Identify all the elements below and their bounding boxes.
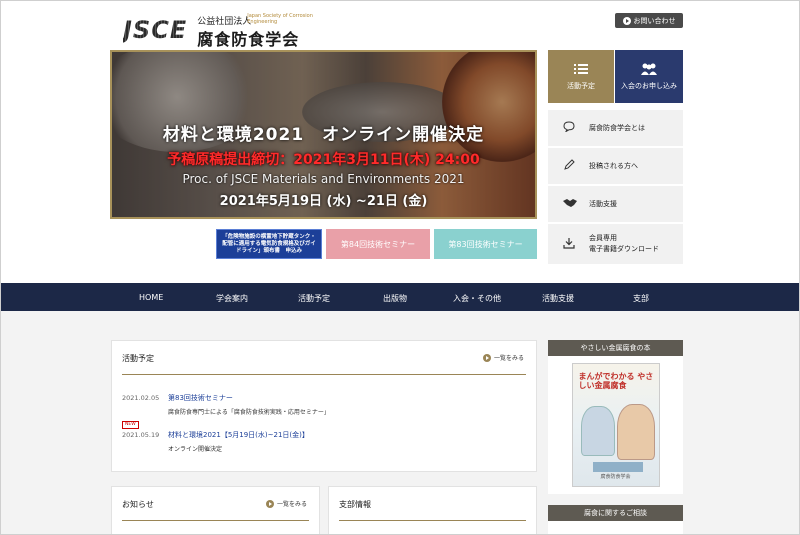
nav-branches[interactable]: 支部	[633, 293, 649, 304]
hero-headline: 材料と環境2021 オンライン開催決定	[162, 125, 485, 145]
event-subtitle: オンライン開催決定	[168, 446, 223, 453]
site-logo[interactable]: JSCE 公益社団法人 Japan Society of Corrosion E…	[123, 13, 317, 49]
banner-seminar-83[interactable]: 第83回技術セミナー	[434, 229, 537, 259]
event-date: 2021.02.05	[122, 394, 160, 402]
download-icon	[562, 237, 576, 252]
banner-seminar-84[interactable]: 第84回技術セミナー	[326, 229, 430, 259]
news-card: お知らせ 一覧をみる	[111, 486, 320, 534]
menu-item-support[interactable]: 活動支援	[548, 186, 683, 222]
hero-deadline: 予稿原稿提出締切：2021年3月11日(木) 24:00	[167, 152, 480, 168]
manga-figure	[580, 406, 615, 456]
book-cover-footer: 腐食防食学会	[600, 474, 631, 480]
schedule-button[interactable]: 活動予定	[548, 50, 614, 103]
divider	[339, 520, 526, 521]
schedule-label: 活動予定	[567, 81, 595, 90]
new-badge: NEW	[122, 421, 139, 429]
arrow-circle-icon	[482, 353, 491, 362]
nav-support[interactable]: 活動支援	[542, 293, 574, 304]
branch-card: 支部情報	[328, 486, 537, 534]
menu-item-submission[interactable]: 投稿される方へ	[548, 148, 683, 184]
join-label: 入会のお申し込み	[621, 81, 677, 90]
event-date: 2021.05.19	[122, 431, 160, 439]
menu-item-label: 会員専用	[589, 234, 617, 242]
news-more-link[interactable]: 一覧をみる	[265, 499, 307, 508]
divider	[122, 374, 526, 375]
contact-label: お問い合わせ	[633, 16, 676, 25]
pencil-icon	[562, 158, 576, 174]
banner-guideline[interactable]: 「危険物施設の横置地下貯蔵タンク・配管に適用する電気防食規格及びガイドライン」頒…	[216, 229, 322, 259]
branch-title: 支部情報	[339, 500, 371, 509]
menu-item-label: 投稿される方へ	[589, 162, 638, 170]
nav-about[interactable]: 学会案内	[216, 293, 248, 304]
join-button[interactable]: 入会のお申し込み	[615, 50, 683, 103]
menu-item-about[interactable]: 腐食防食学会とは	[548, 110, 683, 146]
list-icon	[574, 63, 588, 74]
arrow-circle-icon	[622, 16, 631, 25]
nav-publications[interactable]: 出版物	[383, 293, 407, 304]
nav-join[interactable]: 入会・その他	[453, 293, 501, 304]
book-cover-image: まんがでわかる やさしい金属腐食 腐食防食学会	[571, 363, 660, 487]
right-menu-list: 腐食防食学会とは 投稿される方へ 活動支援 会員専用 電子書籍ダウンロード	[548, 110, 683, 266]
global-nav: HOME 学会案内 活動予定 出版物 入会・その他 活動支援 支部	[1, 283, 799, 311]
arrow-circle-icon	[265, 499, 274, 508]
menu-item-label: 腐食防食学会とは	[589, 124, 645, 132]
activity-card: 活動予定 一覧をみる 2021.02.05 第83回技術セミナー 腐食防食専門士…	[111, 340, 537, 472]
event-title[interactable]: 材料と環境2021【5月19日(水)~21日(金)】	[168, 430, 309, 440]
more-label: 一覧をみる	[493, 355, 524, 362]
org-english-name: Japan Society of Corrosion Engineering	[247, 13, 313, 25]
handshake-icon	[562, 197, 577, 211]
activity-more-link[interactable]: 一覧をみる	[482, 353, 524, 362]
logo-text: 公益社団法人 Japan Society of Corrosion Engine…	[197, 13, 317, 49]
hero-proc: Proc. of JSCE Materials and Environments…	[182, 172, 465, 186]
book-box[interactable]: まんがでわかる やさしい金属腐食 腐食防食学会	[548, 356, 683, 494]
nav-schedule[interactable]: 活動予定	[298, 293, 330, 304]
event-subtitle: 腐食防食専門士による「腐食防食技術実践・応用セミナー」	[168, 409, 330, 416]
speech-bubble-icon	[562, 121, 576, 135]
menu-item-label-2: 電子書籍ダウンロード	[589, 245, 659, 253]
contact-button[interactable]: お問い合わせ	[615, 13, 683, 28]
menu-item-ebook[interactable]: 会員専用 電子書籍ダウンロード	[548, 224, 683, 264]
logo-mark: JSCE	[123, 16, 188, 44]
consult-section-header[interactable]: 腐食に関するご相談	[548, 505, 683, 521]
manga-figure	[616, 404, 655, 460]
news-title: お知らせ	[122, 500, 154, 509]
page-frame: JSCE 公益社団法人 Japan Society of Corrosion E…	[0, 0, 800, 535]
event-title[interactable]: 第83回技術セミナー	[168, 393, 233, 403]
divider	[122, 520, 309, 521]
menu-item-label-group: 会員専用 電子書籍ダウンロード	[589, 233, 659, 255]
people-icon	[641, 63, 657, 75]
book-cover-title: まんがでわかる やさしい金属腐食	[578, 372, 654, 390]
hero-dates: 2021年5月19日 (水) ~21日 (金)	[219, 194, 428, 209]
nav-home[interactable]: HOME	[139, 293, 163, 302]
activity-title: 活動予定	[122, 354, 154, 363]
book-section-header[interactable]: やさしい金属腐食の本	[548, 340, 683, 356]
org-name: 腐食防食学会	[197, 30, 300, 49]
menu-item-label: 活動支援	[589, 200, 617, 208]
consult-box[interactable]	[548, 521, 683, 534]
manga-figure	[592, 462, 643, 472]
hero-banner[interactable]: 材料と環境2021 オンライン開催決定 予稿原稿提出締切：2021年3月11日(…	[110, 50, 537, 219]
more-label: 一覧をみる	[276, 501, 307, 508]
